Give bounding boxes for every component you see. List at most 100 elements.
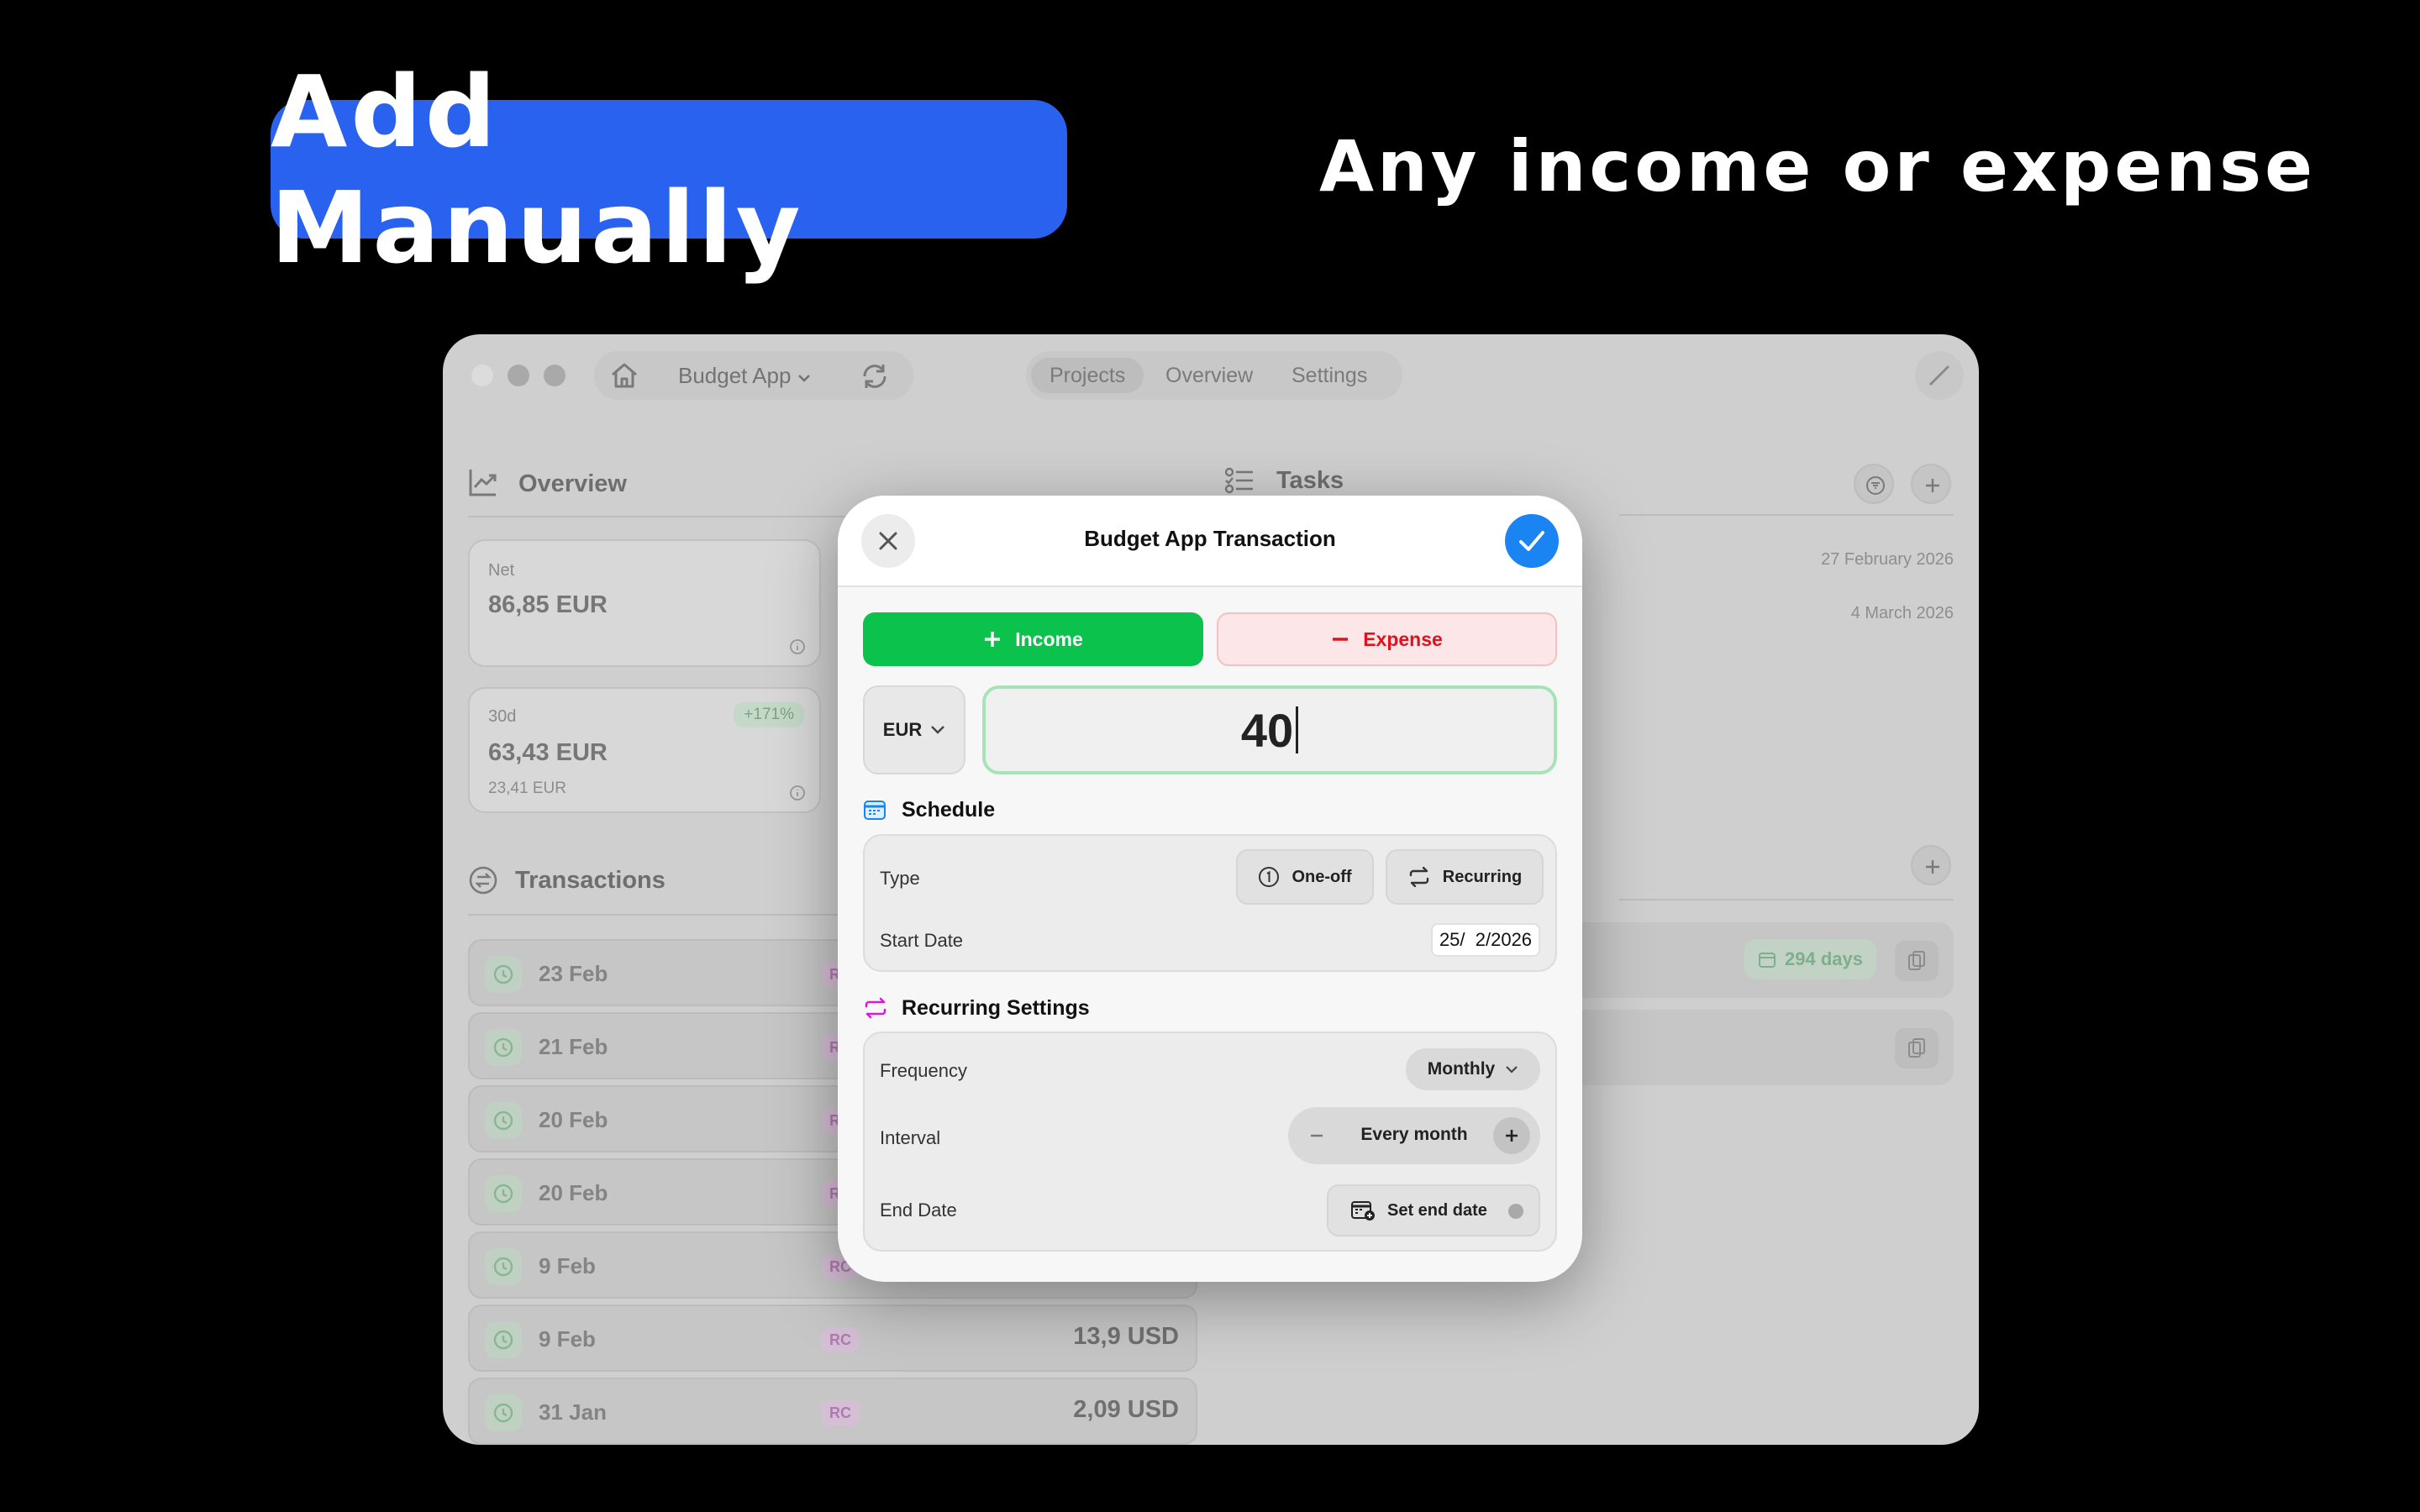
project-switcher-label: Budget App: [678, 363, 792, 388]
transaction-date: 20 Feb: [539, 1180, 608, 1205]
window-zoom-button[interactable]: [544, 365, 566, 386]
tagline-text: Any income or expense: [1319, 125, 2317, 207]
one-off-button[interactable]: One-off: [1236, 849, 1374, 905]
tab-overview[interactable]: Overview: [1147, 358, 1271, 393]
increment-button[interactable]: [1493, 1117, 1530, 1154]
net-card[interactable]: Net 86,85 EUR: [468, 539, 821, 667]
pencil-icon: [1928, 365, 1950, 386]
sync-icon[interactable]: [860, 361, 890, 391]
overview-title: Overview: [518, 470, 627, 497]
recurring-settings-title: Recurring Settings: [902, 996, 1090, 1020]
copy-icon: [1908, 951, 1925, 970]
chevron-down-icon: [797, 375, 810, 382]
transaction-date: 31 Jan: [539, 1399, 607, 1425]
add-task-button[interactable]: [1911, 464, 1951, 504]
trend-badge: +171%: [734, 702, 804, 727]
frequency-label: Frequency: [880, 1060, 967, 1081]
recurring-icon: [485, 1394, 522, 1431]
start-date-field[interactable]: 25/ 2/2026: [1431, 923, 1540, 957]
checklist-icon: [1224, 467, 1253, 494]
days-badge-label: 294 days: [1785, 948, 1863, 969]
add-project-button[interactable]: [1911, 845, 1951, 885]
calendar-icon: [864, 801, 886, 820]
recurring-icon: [485, 1175, 522, 1212]
transaction-date: 23 Feb: [539, 961, 608, 986]
repeat-icon: [1409, 867, 1428, 887]
recurring-settings-header: Recurring Settings: [863, 996, 1199, 1023]
exchange-icon: [469, 866, 497, 895]
transaction-date: 20 Feb: [539, 1107, 608, 1132]
amount-value: 40: [1240, 703, 1294, 757]
task-date: 27 February 2026: [1821, 550, 1954, 569]
transaction-row[interactable]: 31 Jan RC 2,09 USD: [468, 1378, 1197, 1445]
type-label: Type: [880, 868, 920, 889]
recurring-label: Recurring: [1442, 867, 1523, 886]
set-end-date-button[interactable]: Set end date: [1327, 1184, 1540, 1236]
recurring-icon: [485, 1248, 522, 1285]
plus-icon: [1926, 479, 1939, 492]
end-date-label: End Date: [880, 1200, 957, 1221]
category-tag: RC: [821, 1327, 860, 1352]
set-end-date-label: Set end date: [1387, 1201, 1487, 1220]
window-close-button[interactable]: [471, 365, 493, 386]
currency-value: EUR: [882, 719, 923, 740]
copy-button[interactable]: [1895, 1028, 1939, 1068]
confirm-button[interactable]: [1505, 514, 1559, 568]
transactions-title: Transactions: [515, 867, 666, 894]
expense-label: Expense: [1363, 627, 1443, 650]
plus-icon: [1506, 1130, 1518, 1142]
home-icon[interactable]: [609, 361, 639, 390]
project-switcher[interactable]: Budget App: [678, 363, 811, 389]
tab-projects[interactable]: Projects: [1031, 358, 1144, 393]
recurring-icon: [485, 956, 522, 993]
interval-label: Interval: [880, 1127, 941, 1148]
recurring-icon: [485, 1029, 522, 1066]
plus-icon: [1926, 860, 1939, 874]
currency-select[interactable]: EUR: [863, 685, 965, 774]
copy-button[interactable]: [1895, 941, 1939, 981]
task-date: 4 March 2026: [1850, 604, 1954, 622]
income-button[interactable]: Income: [863, 612, 1203, 666]
modal-header: Budget App Transaction: [838, 496, 1582, 587]
toggle-indicator: [1508, 1204, 1523, 1219]
main-tabs: Projects Overview Settings: [1026, 351, 1402, 400]
recurring-button[interactable]: Recurring: [1386, 849, 1544, 905]
tab-settings[interactable]: Settings: [1273, 358, 1386, 393]
amount-input[interactable]: 40: [982, 685, 1557, 774]
transaction-date: 9 Feb: [539, 1326, 596, 1352]
period-card[interactable]: 30d +171% 63,43 EUR 23,41 EUR: [468, 687, 821, 813]
period-value: 63,43 EUR: [488, 739, 608, 766]
transaction-row[interactable]: 9 Feb RC 13,9 USD: [468, 1305, 1197, 1372]
minus-icon: [1333, 638, 1349, 641]
modal-title: Budget App Transaction: [1084, 526, 1336, 551]
recurring-settings-group: Frequency Monthly Interval Every month E…: [863, 1032, 1557, 1252]
expense-button[interactable]: Expense: [1217, 612, 1557, 666]
start-date-label: Start Date: [880, 930, 964, 951]
headline-text: Add Manually: [271, 53, 804, 286]
net-label: Net: [488, 561, 515, 580]
frequency-select[interactable]: Monthly: [1406, 1048, 1540, 1090]
net-value: 86,85 EUR: [488, 591, 608, 618]
transaction-amount: 2,09 USD: [1073, 1396, 1179, 1423]
tasks-title: Tasks: [1276, 467, 1344, 494]
text-caret: [1296, 706, 1299, 753]
info-icon[interactable]: [789, 638, 806, 655]
recurring-icon: [485, 1321, 522, 1358]
repeat-icon: [865, 997, 886, 1019]
plus-icon: [985, 632, 1001, 647]
schedule-header: Schedule: [863, 798, 1115, 825]
recurring-icon: [485, 1102, 522, 1139]
chevron-down-icon: [931, 726, 945, 734]
filter-button[interactable]: [1854, 464, 1894, 504]
transaction-modal: Budget App Transaction Income Expense EU…: [838, 496, 1582, 1282]
divider: [1619, 899, 1954, 900]
period-label: 30d: [488, 707, 517, 726]
edit-button[interactable]: [1915, 351, 1964, 400]
window-minimize-button[interactable]: [508, 365, 529, 386]
frequency-value: Monthly: [1427, 1059, 1496, 1079]
days-badge: 294 days: [1744, 939, 1876, 979]
one-off-label: One-off: [1292, 867, 1352, 886]
calendar-add-icon: [1351, 1201, 1375, 1221]
interval-stepper: Every month: [1288, 1107, 1540, 1164]
info-icon[interactable]: [789, 785, 806, 801]
